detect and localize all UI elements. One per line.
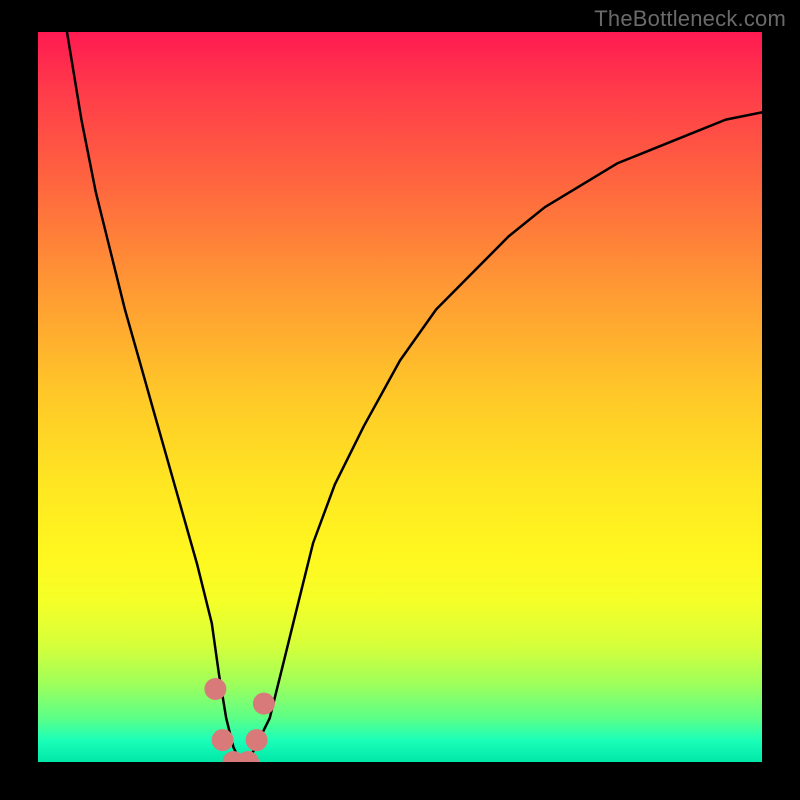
- marker-b: [212, 729, 234, 751]
- marker-e: [246, 729, 268, 751]
- marker-a: [204, 678, 226, 700]
- bottleneck-curve: [67, 32, 762, 762]
- marker-f: [253, 693, 275, 715]
- plot-area: [38, 32, 762, 762]
- curve-layer: [38, 32, 762, 762]
- attribution-text: TheBottleneck.com: [594, 6, 786, 32]
- chart-frame: TheBottleneck.com: [0, 0, 800, 800]
- marker-d: [237, 751, 259, 762]
- marker-group: [204, 678, 275, 762]
